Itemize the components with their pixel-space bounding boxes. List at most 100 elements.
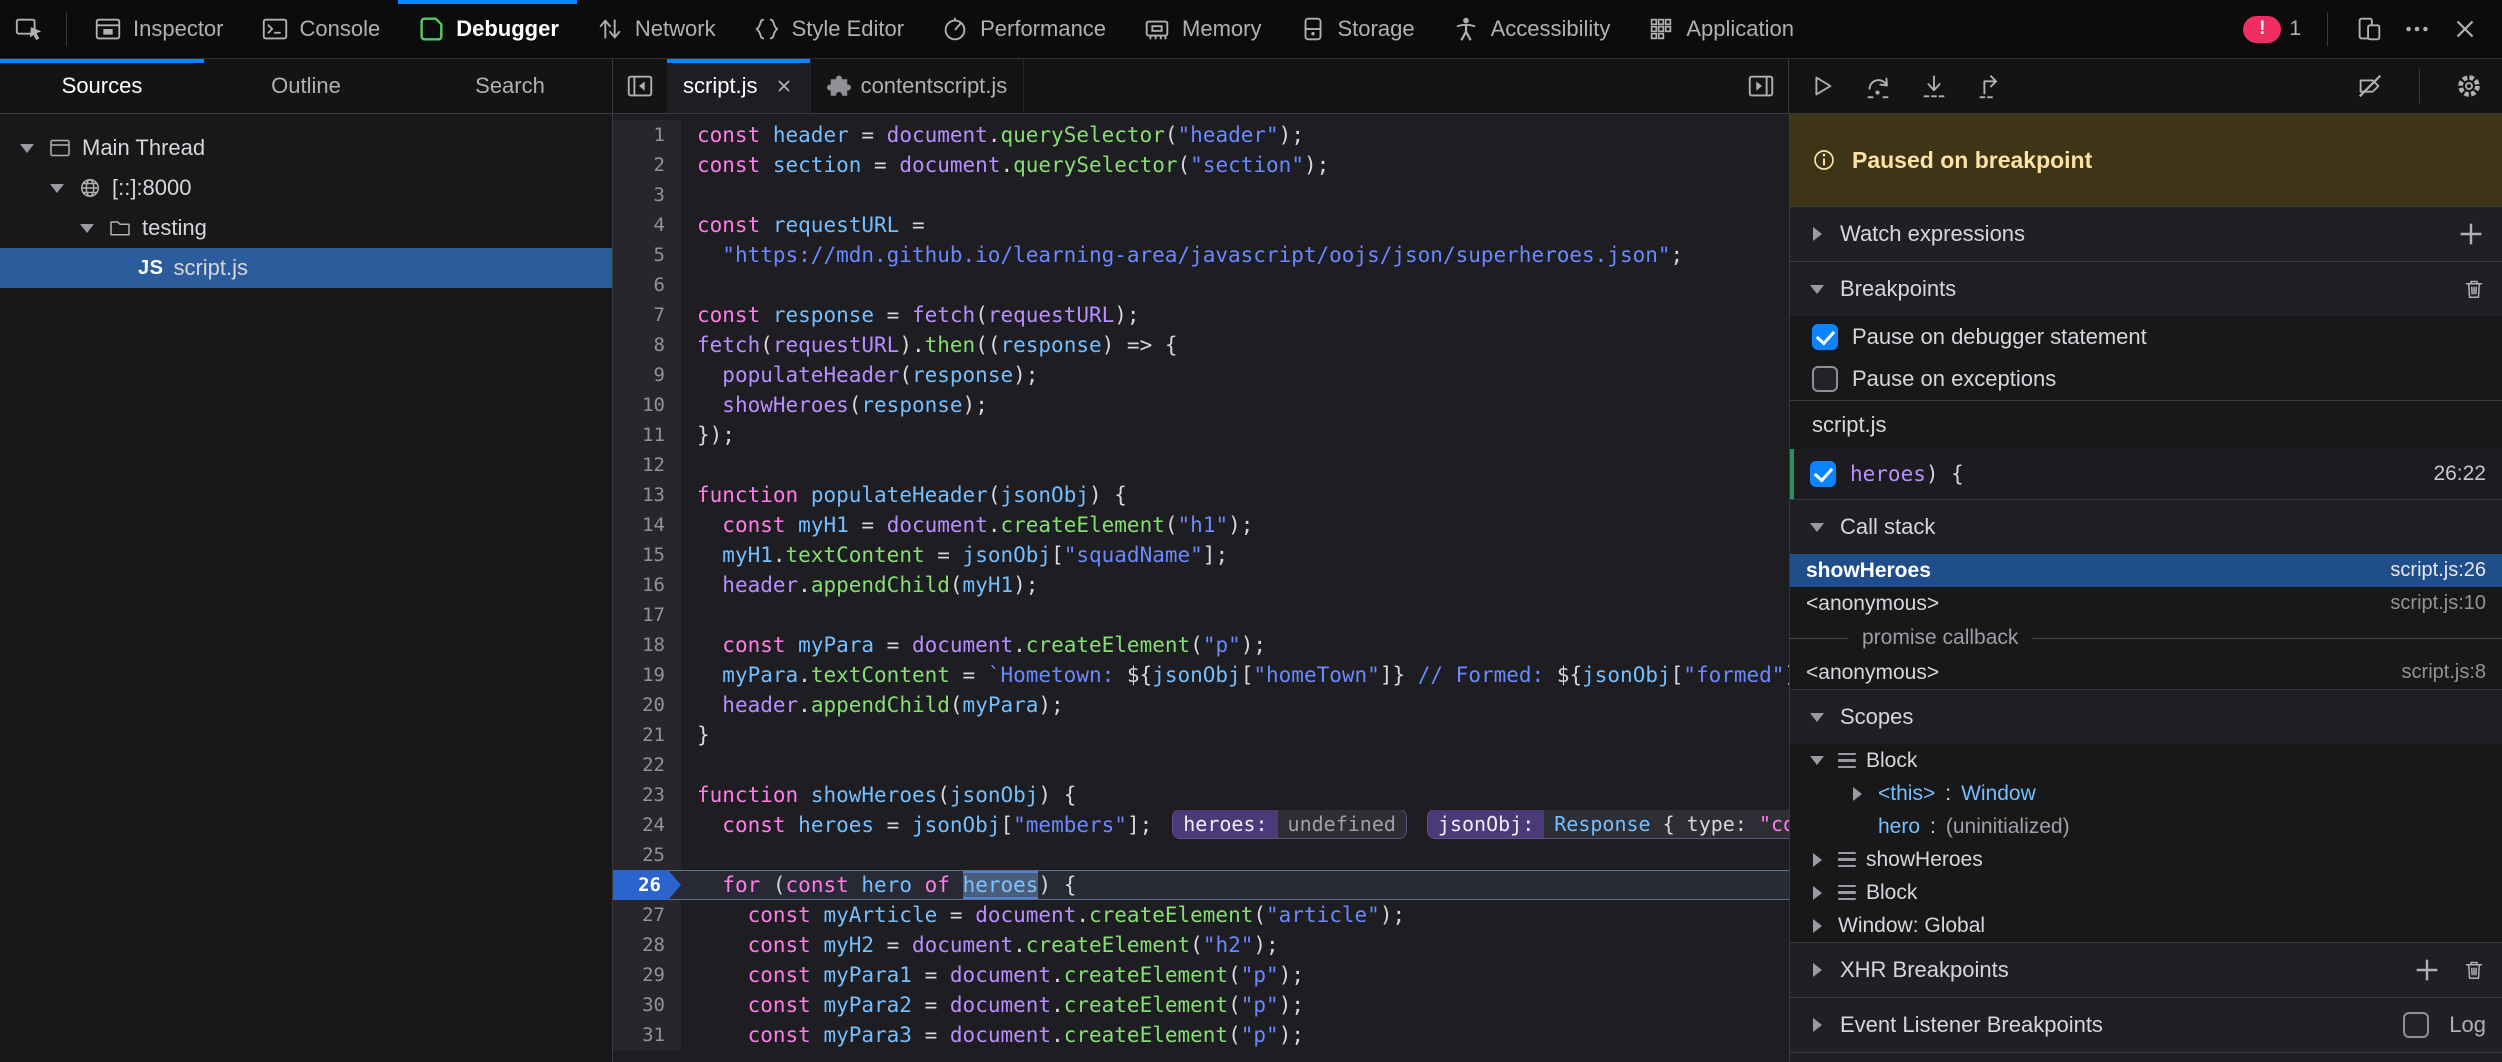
pick-element-button[interactable] xyxy=(0,0,58,58)
tab-inspector[interactable]: Inspector xyxy=(75,0,242,58)
line-number-gutter[interactable]: 25 xyxy=(613,840,681,870)
code-text[interactable]: const section = document.querySelector("… xyxy=(681,150,1789,180)
debugger-settings-button[interactable] xyxy=(2454,71,2484,101)
accordion-header-scopes[interactable]: Scopes xyxy=(1790,690,2502,744)
code-text[interactable]: header.appendChild(myH1); xyxy=(681,570,1789,600)
line-number-gutter[interactable]: 30 xyxy=(613,990,681,1020)
accordion-header-breakpoints[interactable]: Breakpoints xyxy=(1790,262,2502,316)
tab-sources[interactable]: Sources xyxy=(0,59,204,113)
tab-style-editor[interactable]: Style Editor xyxy=(734,0,923,58)
add-watch-expression-button[interactable] xyxy=(2456,219,2486,249)
tab-debugger[interactable]: Debugger xyxy=(398,0,577,58)
code-text[interactable]: function populateHeader(jsonObj) { xyxy=(681,480,1789,510)
unchecked-checkbox[interactable] xyxy=(1812,366,1838,392)
code-text[interactable] xyxy=(681,270,1789,300)
accordion-header-watch-expressions[interactable]: Watch expressions xyxy=(1790,207,2502,261)
log-checkbox[interactable] xyxy=(2403,1012,2429,1038)
code-text[interactable] xyxy=(681,450,1789,480)
line-number-gutter[interactable]: 20 xyxy=(613,690,681,720)
expander-arrow[interactable] xyxy=(1806,756,1828,765)
expander-arrow[interactable] xyxy=(16,144,38,153)
sources-tree-item-MainThread[interactable]: Main Thread xyxy=(0,128,612,168)
sources-tree-item-8000[interactable]: [::]:8000 xyxy=(0,168,612,208)
line-number-gutter[interactable]: 18 xyxy=(613,630,681,660)
close-tab-button[interactable] xyxy=(774,76,794,96)
line-number-gutter[interactable]: 1 xyxy=(613,120,681,150)
line-number-gutter[interactable]: 28 xyxy=(613,930,681,960)
code-text[interactable]: const header = document.querySelector("h… xyxy=(681,120,1789,150)
line-number-gutter[interactable]: 14 xyxy=(613,510,681,540)
line-number-gutter[interactable]: 9 xyxy=(613,360,681,390)
breakpoint-checkbox[interactable] xyxy=(1810,461,1836,487)
code-text[interactable]: populateHeader(response); xyxy=(681,360,1789,390)
step-over-button[interactable] xyxy=(1863,71,1893,101)
add-xhr-breakpoint-button[interactable] xyxy=(2412,955,2442,985)
line-number-gutter[interactable]: 21 xyxy=(613,720,681,750)
disable-breakpoints-button[interactable] xyxy=(2355,71,2385,101)
sources-tree-item-script.js[interactable]: JSscript.js xyxy=(0,248,612,288)
tab-outline[interactable]: Outline xyxy=(204,59,408,113)
code-text[interactable]: const myH2 = document.createElement("h2"… xyxy=(681,930,1789,960)
inline-preview-chip[interactable]: heroes:undefined xyxy=(1172,810,1407,839)
scope-node[interactable]: Block xyxy=(1790,744,2502,777)
inline-preview-chip[interactable]: jsonObj:Response { type: "co xyxy=(1427,810,1789,839)
code-text[interactable] xyxy=(681,750,1789,780)
scope-node[interactable]: showHeroes xyxy=(1790,843,2502,876)
line-number-gutter[interactable]: 2 xyxy=(613,150,681,180)
code-text[interactable]: function showHeroes(jsonObj) { xyxy=(681,780,1789,810)
tab-console[interactable]: Console xyxy=(242,0,399,58)
line-number-gutter[interactable]: 17 xyxy=(613,600,681,630)
expand-panes-button[interactable] xyxy=(1734,59,1788,113)
tab-network[interactable]: Network xyxy=(577,0,734,58)
expander-arrow[interactable] xyxy=(76,224,98,233)
expander-arrow[interactable] xyxy=(1806,853,1828,867)
accordion-header-call-stack[interactable]: Call stack xyxy=(1790,500,2502,554)
call-stack-frame[interactable]: <anonymous>script.js:8 xyxy=(1790,656,2502,689)
expander-arrow[interactable] xyxy=(46,184,68,193)
checked-checkbox[interactable] xyxy=(1812,324,1838,350)
accordion-header-event-listener-breakpoints[interactable]: Event Listener BreakpointsLog xyxy=(1790,998,2502,1052)
line-number-gutter[interactable]: 5 xyxy=(613,240,681,270)
line-number-gutter[interactable]: 15 xyxy=(613,540,681,570)
line-number-gutter[interactable]: 3 xyxy=(613,180,681,210)
step-out-button[interactable] xyxy=(1975,71,2005,101)
code-text[interactable]: const myPara2 = document.createElement("… xyxy=(681,990,1789,1020)
responsive-design-mode-button[interactable] xyxy=(2354,14,2384,44)
tab-performance[interactable]: Performance xyxy=(922,0,1124,58)
scope-node[interactable]: Window: Global xyxy=(1790,909,2502,942)
line-number-gutter[interactable]: 13 xyxy=(613,480,681,510)
line-number-gutter[interactable]: 23 xyxy=(613,780,681,810)
remove-xhr-breakpoints-button[interactable] xyxy=(2462,958,2486,982)
code-text[interactable]: showHeroes(response); xyxy=(681,390,1789,420)
scope-node[interactable]: <this>: Window xyxy=(1790,777,2502,810)
code-text[interactable]: }); xyxy=(681,420,1789,450)
line-number-gutter[interactable]: 4 xyxy=(613,210,681,240)
code-text[interactable]: myPara.textContent = `Hometown: ${jsonOb… xyxy=(681,660,1789,690)
code-text[interactable]: const myPara = document.createElement("p… xyxy=(681,630,1789,660)
line-number-gutter[interactable]: 29 xyxy=(613,960,681,990)
code-text[interactable]: const myH1 = document.createElement("h1"… xyxy=(681,510,1789,540)
collapse-sources-panel-button[interactable] xyxy=(613,59,667,113)
tab-search[interactable]: Search xyxy=(408,59,612,113)
scope-node[interactable]: hero: (uninitialized) xyxy=(1790,810,2502,843)
code-text[interactable]: for (const hero of heroes) { xyxy=(681,870,1789,900)
code-text[interactable]: "https://mdn.github.io/learning-area/jav… xyxy=(681,240,1789,270)
code-text[interactable]: header.appendChild(myPara); xyxy=(681,690,1789,720)
line-number-gutter[interactable]: 8 xyxy=(613,330,681,360)
close-devtools-button[interactable] xyxy=(2450,14,2480,44)
line-number-gutter[interactable]: 22 xyxy=(613,750,681,780)
code-text[interactable]: const myArticle = document.createElement… xyxy=(681,900,1789,930)
toolbox-menu-button[interactable] xyxy=(2402,14,2432,44)
line-number-gutter[interactable]: 31 xyxy=(613,1020,681,1050)
accordion-header-xhr-breakpoints[interactable]: XHR Breakpoints xyxy=(1790,943,2502,997)
tab-application[interactable]: Application xyxy=(1628,0,1812,58)
expander-arrow[interactable] xyxy=(1806,886,1828,900)
expander-arrow[interactable] xyxy=(1806,919,1828,933)
line-number-gutter[interactable]: 10 xyxy=(613,390,681,420)
step-in-button[interactable] xyxy=(1919,71,1949,101)
breakpoint-item[interactable]: heroes) {26:22 xyxy=(1790,449,2502,499)
expander-arrow[interactable] xyxy=(1846,787,1868,801)
tab-storage[interactable]: Storage xyxy=(1280,0,1433,58)
editor-tab-script.js[interactable]: script.js xyxy=(667,59,811,113)
line-number-gutter[interactable]: 16 xyxy=(613,570,681,600)
